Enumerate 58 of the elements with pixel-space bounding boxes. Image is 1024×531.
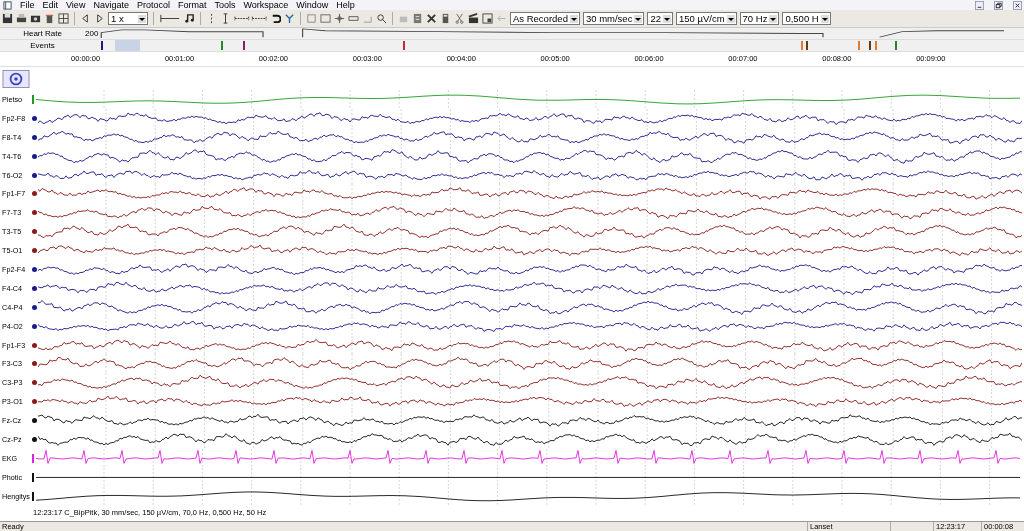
minimize-icon[interactable] [975, 0, 984, 10]
print-icon[interactable] [16, 13, 27, 24]
search-icon[interactable] [376, 13, 387, 24]
event-marker[interactable] [101, 41, 103, 50]
window-icon[interactable] [482, 13, 493, 24]
event-marker[interactable] [221, 41, 223, 50]
menu-item[interactable]: Help [336, 0, 355, 10]
event-marker[interactable] [806, 41, 808, 50]
events-label: Events [29, 41, 56, 50]
event-marker[interactable] [858, 41, 860, 50]
menu-item[interactable]: Format [177, 0, 207, 10]
menu-item[interactable]: Edit [42, 0, 59, 10]
heart-rate-scale: 200 [85, 29, 99, 38]
event-marker[interactable] [895, 41, 897, 50]
menu-item[interactable]: Workspace [243, 0, 289, 10]
event-marker[interactable] [243, 41, 245, 50]
toolbar-dropdown[interactable]: 22 [647, 12, 673, 25]
music-note-icon[interactable] [184, 13, 195, 24]
toolbar-dropdown[interactable]: 30 mm/sec [582, 12, 645, 25]
event-marker[interactable] [403, 41, 405, 50]
caret-icon [820, 14, 829, 23]
toolbar-dropdown[interactable]: 150 µV/cm [675, 12, 737, 25]
trash-icon[interactable] [44, 13, 55, 24]
caret-icon [138, 14, 146, 23]
toolbar-dropdown[interactable]: As Recorded [510, 12, 580, 25]
menu-item[interactable]: Tools [214, 0, 236, 10]
caret-icon [569, 14, 578, 23]
toolbar-dropdown[interactable]: 70 Hz [739, 12, 780, 25]
restore-icon[interactable] [994, 0, 1003, 10]
ruler-icon[interactable] [159, 13, 181, 24]
menu-item[interactable]: Window [296, 0, 329, 10]
toolbar-dropdown[interactable]: 0,500 H [782, 12, 831, 25]
calculator-icon[interactable] [440, 13, 451, 24]
caret-icon [634, 14, 643, 23]
right-arrow-icon[interactable] [94, 13, 105, 24]
clapperboard-icon[interactable] [468, 13, 479, 24]
undo-icon[interactable] [270, 13, 281, 24]
filter-icon[interactable] [284, 13, 295, 24]
left-arrow-icon[interactable] [80, 13, 91, 24]
crosshair-icon[interactable] [334, 13, 345, 24]
event-marker[interactable] [875, 41, 877, 50]
menu-item[interactable]: Navigate [93, 0, 129, 10]
caret-icon [769, 14, 778, 23]
grid-icon[interactable] [58, 13, 69, 24]
event-marker[interactable] [801, 41, 803, 50]
menu-item[interactable]: Protocol [136, 0, 170, 10]
camera-icon[interactable] [30, 13, 41, 24]
caret-icon [726, 14, 735, 23]
document-icon[interactable] [412, 13, 423, 24]
caret-icon [662, 14, 671, 23]
menu-item[interactable]: View [66, 0, 86, 10]
speed-dropdown[interactable]: 1 x [108, 12, 148, 25]
close-icon[interactable] [1013, 0, 1022, 10]
event-marker[interactable] [869, 41, 871, 50]
menu-item[interactable]: File [20, 0, 35, 10]
target-icon[interactable] [2, 69, 30, 88]
save-icon[interactable] [2, 13, 13, 24]
heart-rate-label: Heart Rate [22, 29, 63, 38]
